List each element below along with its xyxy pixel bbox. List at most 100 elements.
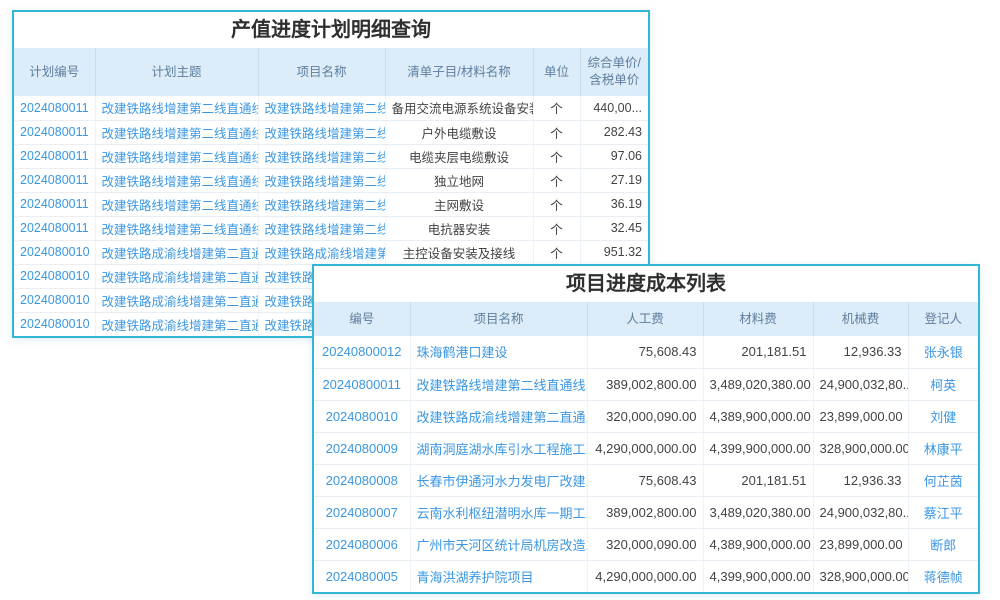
cell-material: 4,389,900,000.00: [703, 400, 813, 432]
cost-list-window: 项目进度成本列表 编号 项目名称 人工费 材料费 机械费 登记人 2024080…: [312, 264, 980, 594]
table-row: 2024080011改建铁路线增建第二线直通线改建铁路线增建第二线直通线电抗器安…: [14, 216, 648, 240]
table-row: 2024080010改建铁路成渝线增建第二直通...320,000,090.00…: [314, 400, 978, 432]
cell-no[interactable]: 2024080006: [314, 528, 410, 560]
cell-no[interactable]: 2024080005: [314, 560, 410, 592]
cost-table-header: 编号 项目名称 人工费 材料费 机械费 登记人: [314, 302, 978, 336]
cell-plan-no[interactable]: 2024080010: [14, 240, 95, 264]
cell-registrant[interactable]: 刘健: [908, 400, 978, 432]
cell-topic[interactable]: 改建铁路成渝线增建第二直通: [95, 264, 258, 288]
cell-topic[interactable]: 改建铁路成渝线增建第二直通: [95, 240, 258, 264]
cell-topic[interactable]: 改建铁路成渝线增建第二直通: [95, 288, 258, 312]
col-header-machine: 机械费: [813, 302, 908, 336]
cell-project[interactable]: 广州市天河区统计局机房改造...: [410, 528, 587, 560]
cell-project[interactable]: 云南水利枢纽潜明水库一期工...: [410, 496, 587, 528]
cell-labor: 320,000,090.00: [587, 400, 703, 432]
cell-project[interactable]: 改建铁路线增建第二线直通线: [258, 120, 385, 144]
cell-price: 951.32: [580, 240, 648, 264]
cell-topic[interactable]: 改建铁路线增建第二线直通线: [95, 144, 258, 168]
cell-topic[interactable]: 改建铁路成渝线增建第二直通: [95, 312, 258, 336]
cell-project[interactable]: 改建铁路成渝线增建第二直通...: [410, 400, 587, 432]
cell-registrant[interactable]: 蒋德帧: [908, 560, 978, 592]
cell-project[interactable]: 改建铁路线增建第二线直通线: [258, 96, 385, 120]
cost-table-title: 项目进度成本列表: [314, 266, 978, 302]
col-header-registrant: 登记人: [908, 302, 978, 336]
cell-registrant[interactable]: 柯英: [908, 368, 978, 400]
plan-table-header: 计划编号 计划主题 项目名称 清单子目/材料名称 单位 综合单价/含税单价: [14, 48, 648, 96]
cell-registrant[interactable]: 断郎: [908, 528, 978, 560]
cell-labor: 75,608.43: [587, 336, 703, 368]
cell-project[interactable]: 改建铁路线增建第二线直通线: [258, 192, 385, 216]
cell-price: 97.06: [580, 144, 648, 168]
cell-unit: 个: [533, 168, 580, 192]
cell-project[interactable]: 改建铁路成渝线增建第二直通: [258, 240, 385, 264]
cell-price: 27.19: [580, 168, 648, 192]
cell-item: 备用交流电源系统设备安装: [385, 96, 533, 120]
table-row: 2024080011改建铁路线增建第二线直通线改建铁路线增建第二线直通线备用交流…: [14, 96, 648, 120]
cell-plan-no[interactable]: 2024080010: [14, 264, 95, 288]
cell-topic[interactable]: 改建铁路线增建第二线直通线: [95, 96, 258, 120]
cell-project[interactable]: 长春市伊通河水力发电厂改建...: [410, 464, 587, 496]
cell-material: 3,489,020,380.00: [703, 496, 813, 528]
cell-price: 282.43: [580, 120, 648, 144]
cell-plan-no[interactable]: 2024080011: [14, 96, 95, 120]
cell-plan-no[interactable]: 2024080011: [14, 192, 95, 216]
table-row: 2024080008长春市伊通河水力发电厂改建...75,608.43201,1…: [314, 464, 978, 496]
cell-labor: 389,002,800.00: [587, 368, 703, 400]
cell-project[interactable]: 改建铁路线增建第二线直通线: [258, 144, 385, 168]
cell-registrant[interactable]: 张永银: [908, 336, 978, 368]
cell-unit: 个: [533, 96, 580, 120]
cell-project[interactable]: 湖南洞庭湖水库引水工程施工...: [410, 432, 587, 464]
cell-machine: 12,936.33: [813, 336, 908, 368]
cell-topic[interactable]: 改建铁路线增建第二线直通线: [95, 168, 258, 192]
cell-item: 主网敷设: [385, 192, 533, 216]
cell-unit: 个: [533, 120, 580, 144]
cell-topic[interactable]: 改建铁路线增建第二线直通线: [95, 216, 258, 240]
table-row: 2024080011改建铁路线增建第二线直通线改建铁路线增建第二线直通线户外电缆…: [14, 120, 648, 144]
cell-project[interactable]: 青海洪湖养护院项目: [410, 560, 587, 592]
cell-no[interactable]: 2024080008: [314, 464, 410, 496]
cell-plan-no[interactable]: 2024080010: [14, 288, 95, 312]
cell-plan-no[interactable]: 2024080011: [14, 216, 95, 240]
table-row: 2024080011改建铁路线增建第二线直通线改建铁路线增建第二线直通线独立地网…: [14, 168, 648, 192]
cell-plan-no[interactable]: 2024080011: [14, 120, 95, 144]
cell-machine: 328,900,000.00: [813, 560, 908, 592]
cell-no[interactable]: 2024080010: [314, 400, 410, 432]
cell-labor: 320,000,090.00: [587, 528, 703, 560]
cell-item: 户外电缆敷设: [385, 120, 533, 144]
cell-machine: 23,899,000.00: [813, 400, 908, 432]
cell-price: 32.45: [580, 216, 648, 240]
cell-plan-no[interactable]: 2024080010: [14, 312, 95, 336]
cell-price: 440,00...: [580, 96, 648, 120]
cell-machine: 24,900,032,80...: [813, 368, 908, 400]
cell-registrant[interactable]: 何芷茵: [908, 464, 978, 496]
cell-no[interactable]: 20240800011: [314, 368, 410, 400]
cost-table-body: 20240800012珠海鹤港口建设75,608.43201,181.5112,…: [314, 336, 978, 592]
cell-project[interactable]: 改建铁路线增建第二线直通线: [258, 216, 385, 240]
table-row: 2024080005青海洪湖养护院项目4,290,000,000.004,399…: [314, 560, 978, 592]
cell-project[interactable]: 改建铁路线增建第二线直通线: [258, 168, 385, 192]
cell-price: 36.19: [580, 192, 648, 216]
cell-no[interactable]: 2024080007: [314, 496, 410, 528]
table-row: 2024080006广州市天河区统计局机房改造...320,000,090.00…: [314, 528, 978, 560]
cell-material: 201,181.51: [703, 336, 813, 368]
cost-list-table: 编号 项目名称 人工费 材料费 机械费 登记人 20240800012珠海鹤港口…: [314, 302, 978, 592]
cell-project[interactable]: 珠海鹤港口建设: [410, 336, 587, 368]
cell-plan-no[interactable]: 2024080011: [14, 168, 95, 192]
cell-topic[interactable]: 改建铁路线增建第二线直通线: [95, 192, 258, 216]
col-header-material: 材料费: [703, 302, 813, 336]
table-row: 20240800012珠海鹤港口建设75,608.43201,181.5112,…: [314, 336, 978, 368]
col-header-project: 项目名称: [258, 48, 385, 96]
cell-no[interactable]: 2024080009: [314, 432, 410, 464]
cell-registrant[interactable]: 林康平: [908, 432, 978, 464]
cell-material: 3,489,020,380.00: [703, 368, 813, 400]
col-header-item: 清单子目/材料名称: [385, 48, 533, 96]
cell-unit: 个: [533, 144, 580, 168]
col-header-project: 项目名称: [410, 302, 587, 336]
col-header-unit: 单位: [533, 48, 580, 96]
cell-no[interactable]: 20240800012: [314, 336, 410, 368]
cell-project[interactable]: 改建铁路线增建第二线直通线...: [410, 368, 587, 400]
cell-topic[interactable]: 改建铁路线增建第二线直通线: [95, 120, 258, 144]
table-row: 20240800011改建铁路线增建第二线直通线...389,002,800.0…: [314, 368, 978, 400]
cell-registrant[interactable]: 蔡江平: [908, 496, 978, 528]
cell-plan-no[interactable]: 2024080011: [14, 144, 95, 168]
